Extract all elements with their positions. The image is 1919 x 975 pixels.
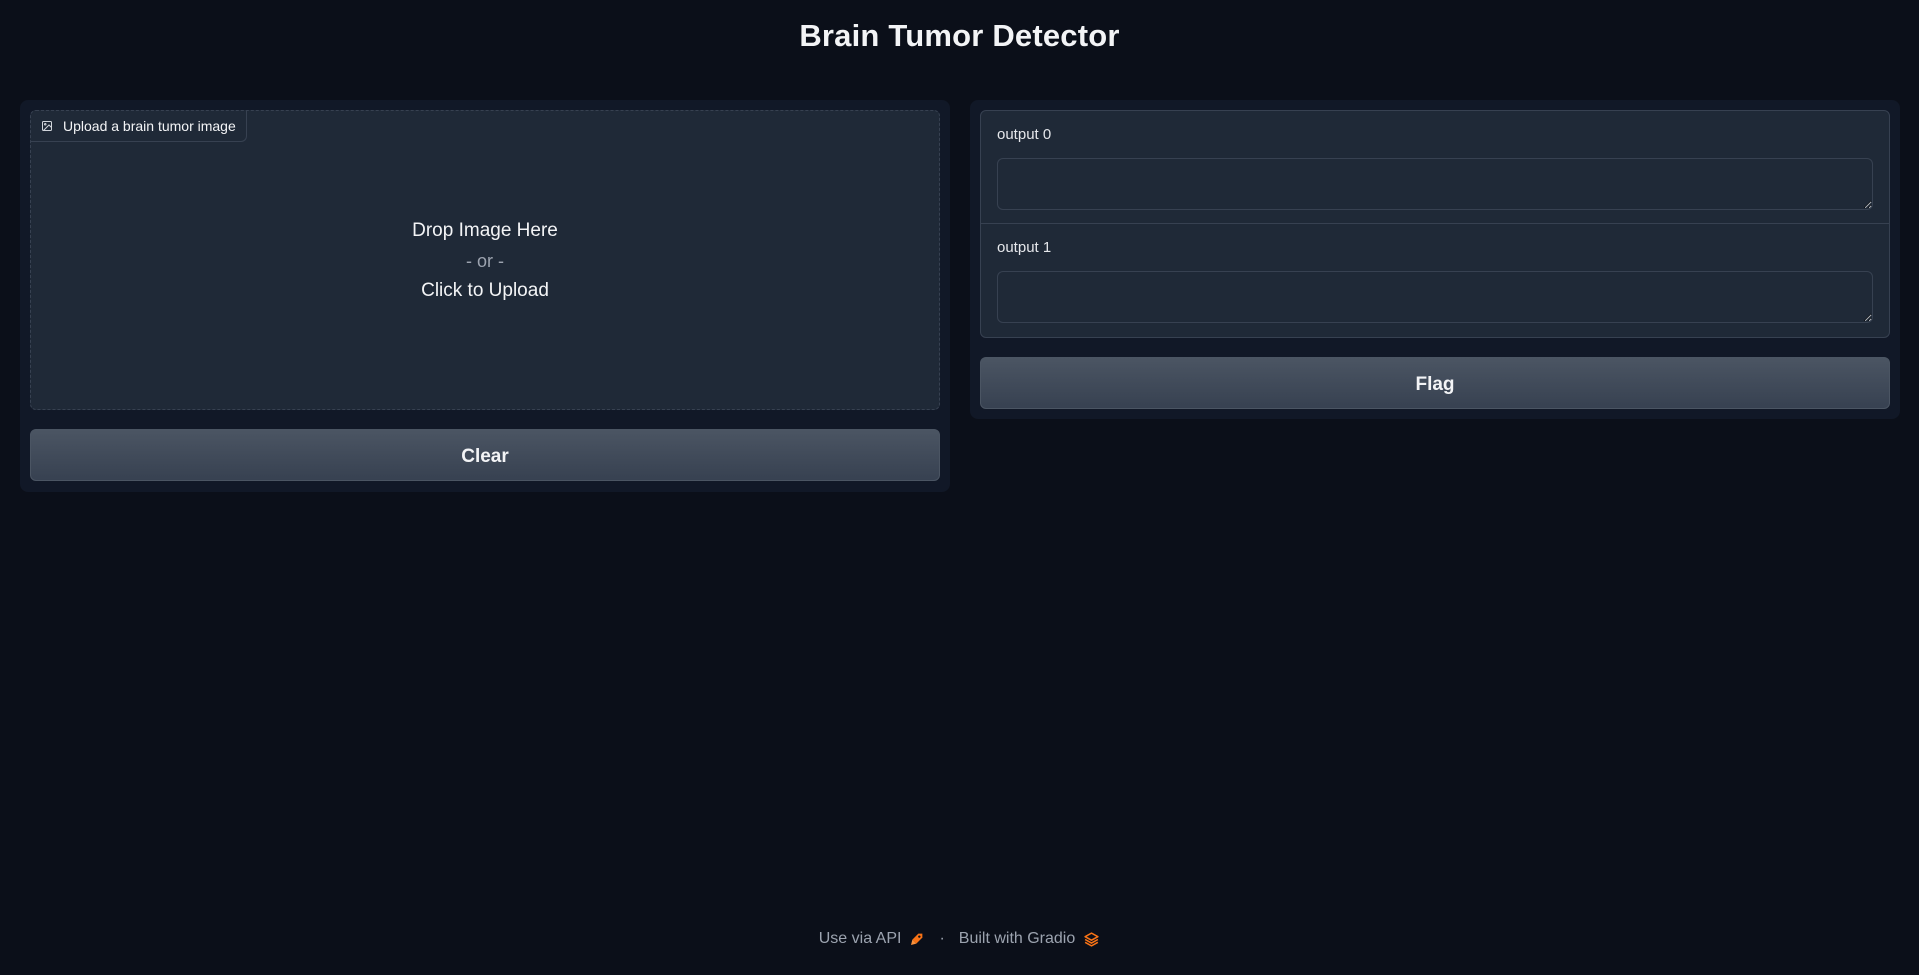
gradio-logo-icon xyxy=(1084,931,1099,947)
page: Brain Tumor Detector Upload a brain tumo… xyxy=(0,0,1919,975)
output-1-textbox[interactable] xyxy=(997,271,1873,323)
use-via-api-link[interactable]: Use via API xyxy=(819,930,926,948)
or-text: - or - xyxy=(466,251,504,271)
output-1-label: output 1 xyxy=(997,239,1052,256)
built-with-gradio-text: Built with Gradio xyxy=(958,930,1076,947)
drop-instructions: Drop Image Here - or - Click to Upload xyxy=(31,216,939,306)
built-with-gradio-link[interactable]: Built with Gradio xyxy=(959,930,1101,948)
clear-button[interactable]: Clear xyxy=(30,429,940,481)
image-upload-dropzone[interactable]: Upload a brain tumor image Drop Image He… xyxy=(30,110,940,410)
output-0-block: output 0 xyxy=(981,111,1889,224)
upload-label: Upload a brain tumor image xyxy=(31,111,247,142)
image-icon xyxy=(42,121,52,131)
click-to-upload-text[interactable]: Click to Upload xyxy=(31,276,939,306)
outputs-group: output 0 output 1 xyxy=(980,110,1890,338)
output-panel: output 0 output 1 Flag xyxy=(970,100,1900,419)
upload-label-text: Upload a brain tumor image xyxy=(63,118,236,134)
input-panel: Upload a brain tumor image Drop Image He… xyxy=(20,100,950,492)
rocket-icon xyxy=(911,933,923,945)
footer: Use via API · Built with Gradio xyxy=(0,930,1919,948)
page-title: Brain Tumor Detector xyxy=(799,18,1120,53)
output-1-block: output 1 xyxy=(981,224,1889,337)
output-0-textbox[interactable] xyxy=(997,158,1873,210)
flag-button[interactable]: Flag xyxy=(980,357,1890,409)
use-via-api-text: Use via API xyxy=(818,930,902,947)
footer-separator: · xyxy=(939,930,945,947)
output-0-label: output 0 xyxy=(997,126,1052,143)
drop-image-text: Drop Image Here xyxy=(412,220,558,241)
